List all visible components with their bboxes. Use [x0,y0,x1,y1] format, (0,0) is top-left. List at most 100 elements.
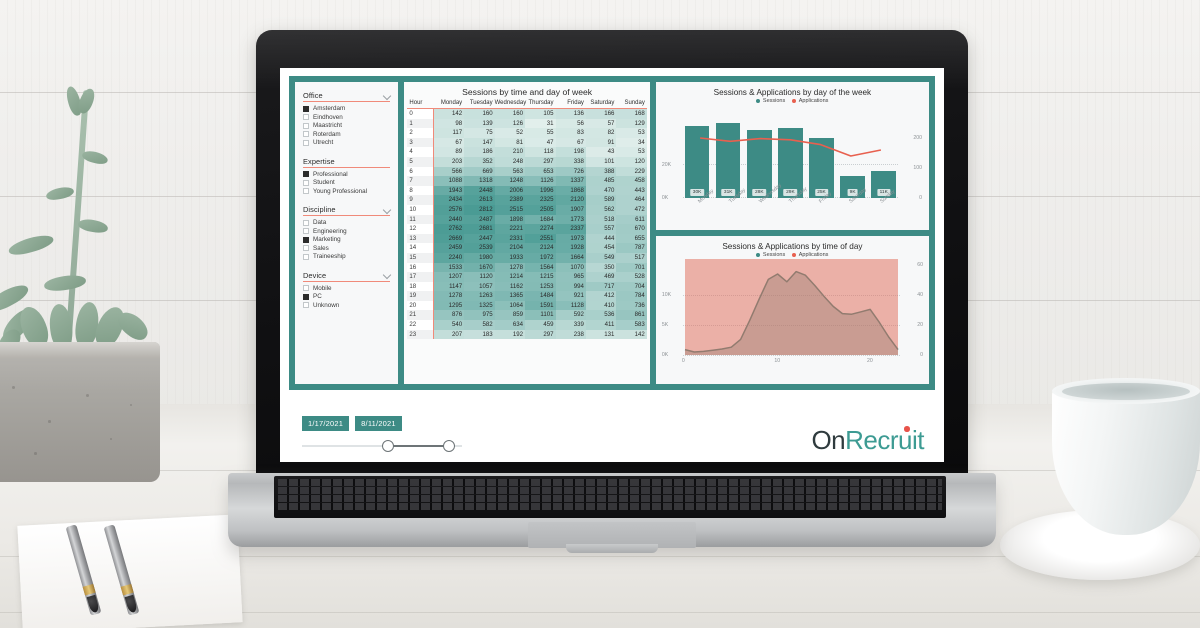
legend-item-sessions[interactable]: Sessions [756,252,785,258]
filter-item[interactable]: Eindhoven [303,114,390,121]
checkbox-icon[interactable] [303,188,309,194]
table-row[interactable]: 0 142 160 160 105 136 166 168 [407,108,647,119]
legend-item-applications[interactable]: Applications [792,252,828,258]
chevron-down-icon[interactable] [383,92,390,99]
date-end-button[interactable]: 8/11/2021 [355,416,402,431]
column-header-tuesday[interactable]: Tuesday [464,100,495,109]
cell-value: 1120 [464,272,495,282]
checkbox-icon[interactable] [303,253,309,260]
table-row[interactable]: 15 2240 1980 1933 1972 1664 549 517 [407,252,647,263]
filter-group-header[interactable]: Discipline [303,205,391,216]
filter-group-header[interactable]: Expertise [303,157,391,168]
table-row[interactable]: 22 540 582 634 459 339 411 583 [407,320,647,330]
cell-value: 469 [585,272,617,282]
checkbox-checked-icon[interactable] [303,171,309,177]
filter-item[interactable]: Sales [303,245,390,252]
table-row[interactable]: 4 89 186 210 118 198 43 53 [407,147,647,157]
cell-value: 238 [555,329,586,340]
column-header-wednesday[interactable]: Wednesday [494,100,526,109]
checkbox-icon[interactable] [303,228,309,234]
table-row[interactable]: 2 117 75 52 55 83 82 53 [407,128,647,138]
checkbox-icon[interactable] [303,245,309,251]
table-row[interactable]: 5 203 352 248 297 338 101 120 [407,156,647,167]
cell-value: 2447 [464,233,495,244]
filter-item[interactable]: Mobile [303,285,390,292]
table-row[interactable]: 9 2434 2613 2389 2325 2120 589 464 [407,195,647,205]
table-row[interactable]: 11 2440 2487 1898 1684 1773 518 611 [407,214,647,225]
checkbox-icon[interactable] [303,285,309,291]
filter-item[interactable]: Marketing [303,236,390,243]
table-row[interactable]: 3 67 147 81 47 67 91 34 [407,137,647,148]
bar-chart-plot: 0K 20K 0 100 200 30K 31K 28K 29K 25K 9K 11K Monday Tu… [661,105,924,228]
filter-item[interactable]: Maastricht [303,122,390,129]
table-row[interactable]: 7 1088 1318 1248 1126 1337 485 458 [407,176,647,186]
filter-item[interactable]: Data [303,219,390,226]
filter-group-header[interactable]: Device [303,271,391,282]
column-header-hour[interactable]: Hour [407,100,434,109]
filter-item[interactable]: Unknown [303,302,390,309]
filter-item[interactable]: Traineeship [303,253,390,260]
table-row[interactable]: 6 566 669 563 653 726 388 229 [407,166,647,177]
cell-value: 2576 [433,204,465,215]
cell-value: 736 [616,300,647,311]
column-header-friday[interactable]: Friday [555,100,586,109]
table-row[interactable]: 12 2762 2681 2221 2274 2337 557 670 [407,224,647,234]
table-row[interactable]: 13 2669 2447 2331 2551 1973 444 655 [407,233,647,244]
filter-item[interactable]: Amsterdam [303,105,390,112]
slider-knob-start[interactable] [382,440,394,452]
table-row[interactable]: 10 2576 2812 2515 2505 1907 562 472 [407,204,647,215]
table-row[interactable]: 20 1295 1325 1064 1591 1128 410 736 [407,300,647,311]
cell-hour: 22 [407,320,435,330]
filter-item[interactable]: Roterdam [303,131,390,138]
matrix-title: Sessions by time and day of week [462,87,593,97]
table-row[interactable]: 16 1533 1670 1278 1564 1070 350 701 [407,262,647,273]
checkbox-icon[interactable] [303,302,309,308]
cell-value: 459 [525,320,556,330]
plant-leaf [43,273,87,293]
table-row[interactable]: 8 1943 2448 2006 1996 1868 470 443 [407,185,647,196]
chevron-down-icon[interactable] [383,272,390,279]
table-row[interactable]: 17 1207 1120 1214 1215 965 469 528 [407,272,647,282]
checkbox-icon[interactable] [303,219,309,226]
filter-item[interactable]: Student [303,179,390,186]
legend-item-applications[interactable]: Applications [792,98,828,104]
table-row[interactable]: 18 1147 1057 1162 1253 994 717 704 [407,281,647,292]
date-range-slider[interactable]: 1/17/2021 8/11/2021 [302,416,462,452]
cell-value: 1365 [494,291,526,301]
checkbox-checked-icon[interactable] [303,236,309,243]
checkbox-icon[interactable] [303,114,309,120]
column-header-sunday[interactable]: Sunday [616,100,647,109]
checkbox-icon[interactable] [303,179,309,186]
column-header-thursday[interactable]: Thursday [525,100,556,109]
slider-track[interactable] [302,440,462,452]
cell-value: 1943 [433,185,465,196]
chevron-down-icon[interactable] [383,206,390,213]
filter-item-label: Marketing [313,236,341,243]
legend-item-sessions[interactable]: Sessions [756,98,785,104]
date-start-button[interactable]: 1/17/2021 [302,416,350,431]
area-series-svg [684,259,899,355]
filter-item[interactable]: Engineering [303,228,390,235]
slider-knob-end[interactable] [442,440,455,452]
table-row[interactable]: 23 207 183 192 297 238 131 142 [407,329,647,340]
checkbox-icon[interactable] [303,139,309,146]
checkbox-icon[interactable] [303,131,309,137]
table-row[interactable]: 21 876 975 859 1101 592 536 861 [407,310,647,321]
table-row[interactable]: 1 98 139 126 31 56 57 129 [407,118,647,129]
table-row[interactable]: 19 1278 1263 1365 1484 921 412 784 [407,291,647,301]
filter-item[interactable]: Young Professional [303,188,390,195]
cell-value: 57 [585,118,617,129]
checkbox-checked-icon[interactable] [303,293,309,300]
table-row[interactable]: 14 2459 2539 2104 2124 1928 454 787 [407,243,647,253]
filter-item[interactable]: PC [303,293,390,300]
filter-item[interactable]: Professional [303,171,390,178]
filter-item[interactable]: Utrecht [303,139,390,146]
cell-value: 2539 [464,243,495,253]
checkbox-icon[interactable] [303,122,309,129]
column-header-saturday[interactable]: Saturday [585,100,617,109]
filter-group-header[interactable]: Office [303,91,391,102]
cell-value: 136 [555,108,586,119]
column-header-monday[interactable]: Monday [433,100,465,109]
keyboard[interactable] [274,476,946,518]
checkbox-checked-icon[interactable] [303,105,309,112]
